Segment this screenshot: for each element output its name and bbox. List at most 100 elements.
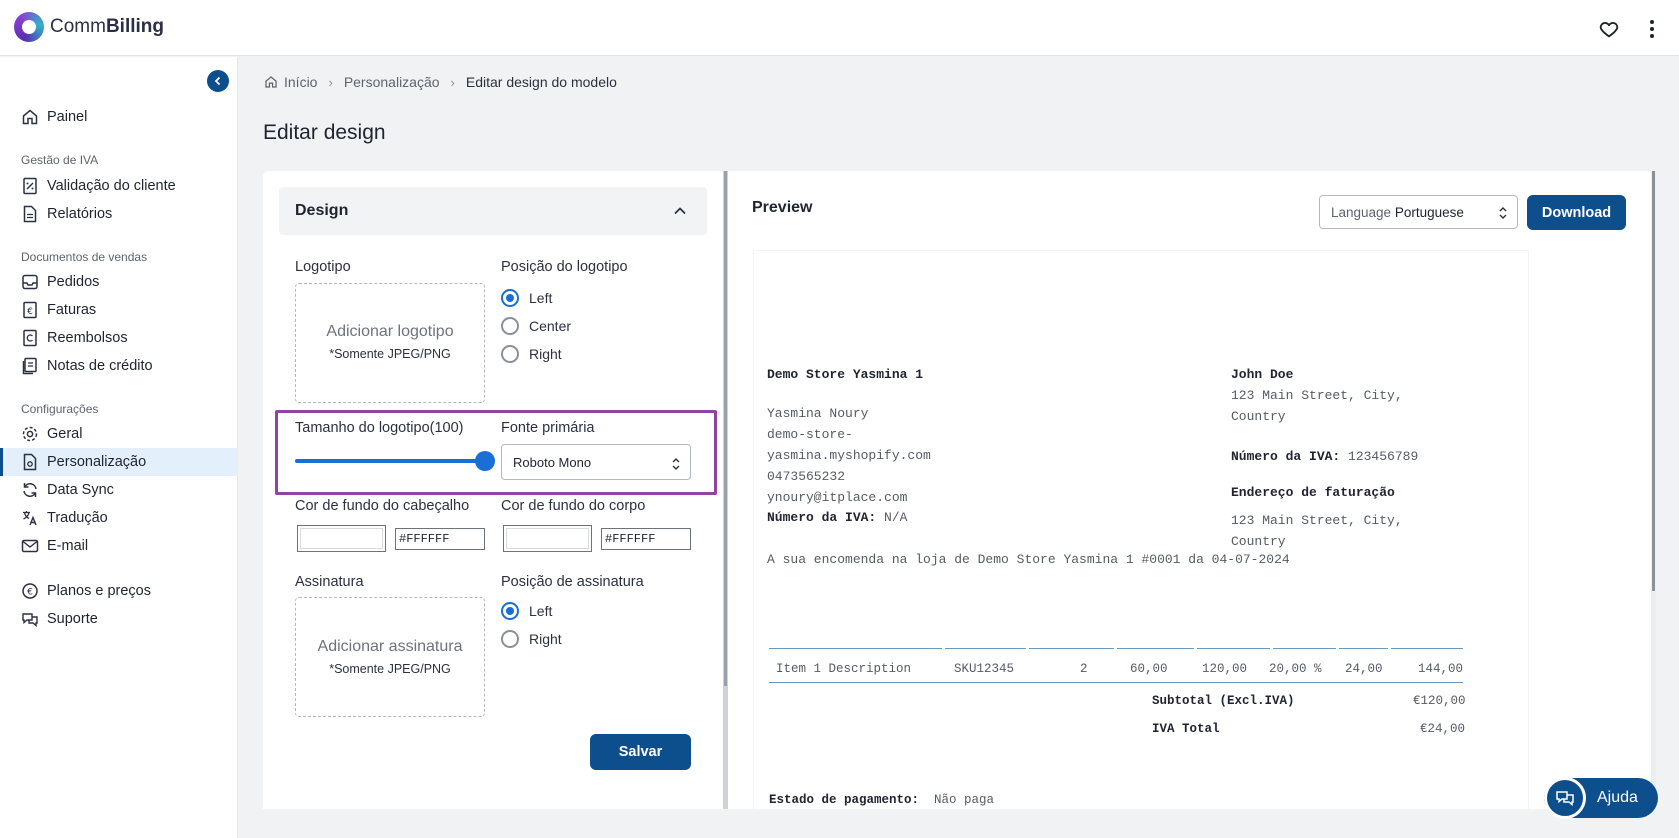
design-header-title: Design (295, 202, 349, 219)
svg-text:€: € (27, 307, 33, 317)
percent-doc-icon (21, 177, 39, 195)
signature-position-left-radio[interactable]: Left (501, 602, 552, 620)
invoice-store-name: Demo Store Yasmina 1 (767, 367, 924, 382)
invoice-subtotal-value: €120,00 (1413, 694, 1466, 708)
sidebar-item-faturas[interactable]: € Faturas (0, 296, 238, 324)
radio-unchecked-icon (501, 345, 519, 363)
invoice-store-email: ynoury@itplace.com (767, 490, 908, 505)
mail-icon (21, 537, 39, 555)
sidebar-collapse-button[interactable] (207, 70, 229, 92)
logo-upload-hint: *Somente JPEG/PNG (329, 347, 451, 361)
invoice-table-header-rule (769, 648, 1463, 649)
customize-doc-icon (21, 453, 39, 471)
radio-checked-icon (501, 602, 519, 620)
signature-position-right-radio[interactable]: Right (501, 630, 562, 648)
logo-position-left-radio[interactable]: Left (501, 289, 552, 307)
gear-icon (21, 425, 39, 443)
invoice-store-url-2: yasmina.myshopify.com (767, 448, 931, 463)
app-logo[interactable]: CommBilling (14, 12, 164, 42)
sidebar-item-validacao[interactable]: Validação do cliente (0, 172, 238, 200)
logo-size-slider-thumb[interactable] (475, 451, 495, 471)
invoice-payment-status: Estado de pagamento: Não paga (769, 793, 995, 807)
primary-font-value: Roboto Mono (513, 455, 592, 470)
top-bar: CommBilling (0, 0, 1679, 56)
invoice-billing-address-2: Country (1231, 534, 1286, 549)
invoice-table-bottom-rule (769, 682, 1463, 683)
sidebar-section-gestao-iva: Gestão de IVA (21, 153, 99, 167)
logo-size-slider-track[interactable] (295, 459, 485, 463)
sidebar-item-suporte[interactable]: Suporte (0, 605, 238, 633)
invoice-item-total: 144,00 (1418, 662, 1464, 676)
svg-text:€: € (27, 588, 33, 598)
sidebar-item-traducao[interactable]: Tradução (0, 504, 238, 532)
logo-position-right-radio[interactable]: Right (501, 345, 562, 363)
breadcrumb-inicio[interactable]: Início (284, 74, 317, 90)
breadcrumb-personalizacao[interactable]: Personalização (344, 74, 440, 90)
sidebar-item-painel[interactable]: Painel (0, 103, 238, 131)
signature-position-label: Posição de assinatura (501, 574, 644, 590)
invoice-vat-total-label: IVA Total (1152, 722, 1220, 736)
invoice-item-net: 120,00 (1202, 662, 1248, 676)
preview-scrollbar[interactable] (1651, 171, 1656, 809)
help-button[interactable]: Ajuda (1544, 777, 1658, 819)
signature-label: Assinatura (295, 574, 364, 590)
chat-bubbles-icon (1544, 777, 1586, 819)
save-button[interactable]: Salvar (590, 734, 691, 770)
preview-title: Preview (752, 199, 813, 216)
logo-position-center-radio[interactable]: Center (501, 317, 571, 335)
radio-checked-icon (501, 289, 519, 307)
download-button[interactable]: Download (1527, 195, 1626, 230)
sidebar-item-geral[interactable]: Geral (0, 420, 238, 448)
header-bg-hex-input[interactable]: #FFFFFF (395, 528, 485, 550)
invoice-customer-name: John Doe (1231, 367, 1294, 382)
language-select[interactable]: Language Portuguese (1319, 195, 1518, 229)
invoice-store-vat: Número da IVA: N/A (767, 510, 908, 525)
invoice-customer-address-2: Country (1231, 409, 1286, 424)
inbox-icon (21, 273, 39, 291)
heart-icon[interactable] (1598, 18, 1620, 40)
invoice-billing-label: Endereço de faturação (1231, 485, 1395, 500)
header-bg-label: Cor de fundo do cabeçalho (295, 498, 470, 514)
sidebar-item-relatorios[interactable]: Relatórios (0, 200, 238, 228)
body-bg-hex-input[interactable]: #FFFFFF (601, 528, 691, 550)
more-vertical-icon[interactable] (1644, 18, 1660, 40)
chevron-right-icon: › (450, 74, 455, 90)
euro-circle-icon: € (21, 582, 39, 600)
translate-icon (21, 509, 39, 527)
home-icon (265, 76, 277, 88)
invoice-customer-vat: Número da IVA: 123456789 (1231, 449, 1419, 464)
select-arrows-icon (672, 458, 680, 470)
signature-upload-text: Adicionar assinatura (317, 638, 463, 655)
invoice-vat-total-value: €24,00 (1420, 722, 1466, 736)
invoice-preview: Demo Store Yasmina 1 Yasmina Noury demo-… (754, 251, 1528, 809)
refund-doc-icon (21, 329, 39, 347)
sync-icon (21, 481, 39, 499)
sidebar-item-personalizacao[interactable]: Personalização (0, 448, 238, 476)
header-bg-color-picker[interactable] (297, 525, 386, 552)
sidebar-item-notas-credito[interactable]: Notas de crédito (0, 352, 238, 380)
body-bg-color-picker[interactable] (503, 525, 592, 552)
design-accordion-header[interactable]: Design (279, 187, 707, 235)
invoice-customer-address-1: 123 Main Street, City, (1231, 388, 1403, 403)
sidebar: Painel Gestão de IVA Validação do client… (0, 57, 238, 838)
primary-font-select[interactable]: Roboto Mono (501, 444, 691, 480)
invoice-billing-address-1: 123 Main Street, City, (1231, 513, 1403, 528)
preview-panel: Preview Language Portuguese Download Dem… (728, 171, 1652, 809)
invoice-order-line: A sua encomenda na loja de Demo Store Ya… (767, 552, 1290, 567)
sidebar-item-planos[interactable]: € Planos e preços (0, 577, 238, 605)
sidebar-item-pedidos[interactable]: Pedidos (0, 268, 238, 296)
signature-upload-hint: *Somente JPEG/PNG (329, 662, 451, 676)
signature-upload-dropzone[interactable]: Adicionar assinatura *Somente JPEG/PNG (295, 597, 485, 717)
breadcrumb: Início › Personalização › Editar design … (264, 74, 617, 90)
sidebar-section-configuracoes: Configurações (21, 402, 99, 416)
sidebar-item-reembolsos[interactable]: Reembolsos (0, 324, 238, 352)
logo-upload-dropzone[interactable]: Adicionar logotipo *Somente JPEG/PNG (295, 283, 485, 403)
logo-position-label: Posição do logotipo (501, 259, 628, 275)
invoice-store-url-1: demo-store- (767, 427, 853, 442)
invoice-item-vat: 24,00 (1345, 662, 1383, 676)
sidebar-item-data-sync[interactable]: Data Sync (0, 476, 238, 504)
invoice-store-owner: Yasmina Noury (767, 406, 869, 421)
logo-text: CommBilling (50, 16, 165, 37)
language-label: Language (1331, 205, 1392, 220)
sidebar-item-email[interactable]: E-mail (0, 532, 238, 560)
